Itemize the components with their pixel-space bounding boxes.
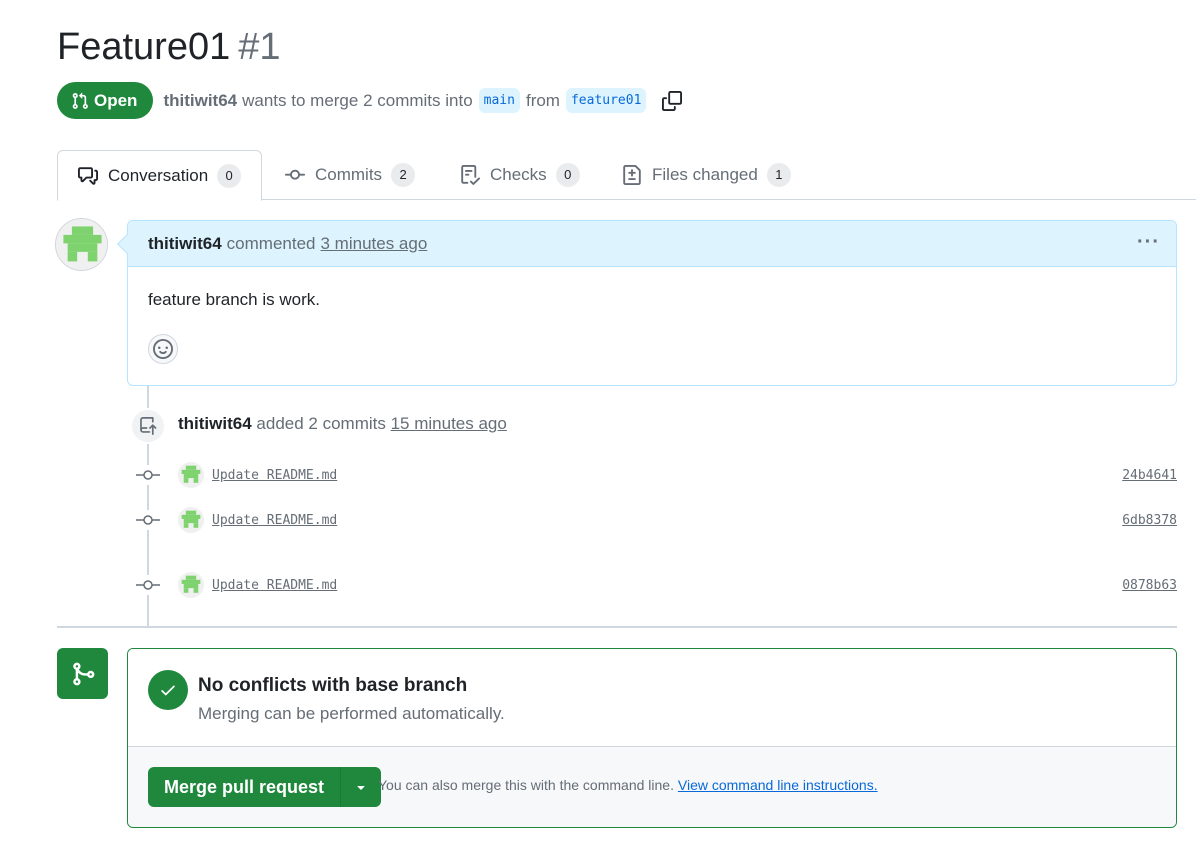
event-action: added 2 commits xyxy=(256,414,386,433)
comment-body: feature branch is work. xyxy=(148,290,320,309)
triangle-down-icon xyxy=(357,786,365,790)
command-line-instructions-link[interactable]: View command line instructions. xyxy=(678,777,878,793)
tab-files-changed[interactable]: Files changed 1 xyxy=(622,150,791,200)
timeline-divider xyxy=(57,626,1177,628)
comment-box: thitiwit64 commented 3 minutes ago ··· f… xyxy=(117,220,1177,386)
comment-header: thitiwit64 commented 3 minutes ago xyxy=(128,221,1176,267)
pr-author-link[interactable]: thitiwit64 xyxy=(163,91,237,111)
git-commit-icon xyxy=(136,510,160,530)
repo-push-icon xyxy=(130,408,166,444)
commit-author-avatar[interactable] xyxy=(178,507,204,533)
commit-row: Update README.md 6db8378 xyxy=(136,506,1177,534)
commit-message-link[interactable]: Update README.md xyxy=(212,578,337,593)
pr-title-text: Feature01 xyxy=(57,26,231,68)
merge-summary: thitiwit64 wants to merge 2 commits into… xyxy=(163,88,652,113)
merge-text-1: wants to merge 2 commits into xyxy=(242,90,473,110)
git-merge-icon xyxy=(57,648,108,699)
commit-sha-link[interactable]: 24b4641 xyxy=(1122,468,1177,483)
pr-tabs: Conversation 0 Commits 2 Checks 0 Files … xyxy=(57,150,1196,201)
pr-meta: Open thitiwit64 wants to merge 2 commits… xyxy=(57,82,683,119)
tab-commits[interactable]: Commits 2 xyxy=(285,150,416,200)
commit-row: Update README.md 24b4641 xyxy=(136,461,1177,489)
tab-conversation[interactable]: Conversation 0 xyxy=(57,150,263,201)
event-author-link[interactable]: thitiwit64 xyxy=(178,414,252,433)
comment-author-link[interactable]: thitiwit64 xyxy=(148,234,222,254)
event-timestamp[interactable]: 15 minutes ago xyxy=(391,414,507,433)
git-commit-icon xyxy=(136,575,160,595)
avatar[interactable] xyxy=(55,218,108,271)
merge-hint: You can also merge this with the command… xyxy=(378,777,878,793)
state-badge: Open xyxy=(57,82,154,119)
commit-sha-link[interactable]: 6db8378 xyxy=(1122,513,1177,528)
git-pull-request-icon xyxy=(72,92,88,109)
tab-conversation-label: Conversation xyxy=(108,165,209,185)
commit-sha-link[interactable]: 0878b63 xyxy=(1122,578,1177,593)
comment-action: commented xyxy=(226,233,316,253)
merge-button-group: Merge pull request xyxy=(148,767,382,807)
git-commit-icon xyxy=(136,465,160,485)
comment-timestamp[interactable]: 3 minutes ago xyxy=(321,234,428,254)
commit-author-avatar[interactable] xyxy=(178,462,204,488)
smiley-icon xyxy=(153,339,173,359)
tab-commits-count: 2 xyxy=(391,163,416,187)
merge-hint-text: You can also merge this with the command… xyxy=(378,777,674,793)
checklist-icon xyxy=(461,165,480,185)
merge-method-dropdown[interactable] xyxy=(341,767,382,807)
tab-checks-label: Checks xyxy=(490,165,547,184)
merge-status-subtitle: Merging can be performed automatically. xyxy=(198,704,505,723)
add-reaction-button[interactable] xyxy=(148,334,178,364)
tab-checks-count: 0 xyxy=(555,163,580,187)
git-commit-icon xyxy=(285,169,305,180)
comment-options-kebab-icon[interactable]: ··· xyxy=(1137,231,1160,254)
head-branch[interactable]: feature01 xyxy=(565,88,647,113)
merge-pull-request-button[interactable]: Merge pull request xyxy=(148,767,342,807)
file-diff-icon xyxy=(623,165,641,185)
commit-message-link[interactable]: Update README.md xyxy=(212,468,337,483)
tab-conversation-count: 0 xyxy=(217,163,242,188)
merge-status: No conflicts with base branch Merging ca… xyxy=(128,649,1176,747)
copy-icon xyxy=(662,90,683,111)
pr-number: #1 xyxy=(238,26,281,68)
identicon-avatar xyxy=(56,219,107,270)
commit-row: Update README.md 0878b63 xyxy=(136,571,1177,599)
commit-event: thitiwit64 added 2 commits 15 minutes ag… xyxy=(178,414,507,434)
merge-status-title: No conflicts with base branch xyxy=(198,675,468,696)
copy-branch-button[interactable] xyxy=(662,90,683,111)
tab-checks[interactable]: Checks 0 xyxy=(460,150,580,200)
tab-files-changed-label: Files changed xyxy=(652,165,758,184)
tab-commits-label: Commits xyxy=(315,165,383,184)
state-label: Open xyxy=(94,90,138,110)
check-circle-icon xyxy=(148,670,188,710)
comment-discussion-icon xyxy=(78,166,98,185)
merge-box: No conflicts with base branch Merging ca… xyxy=(127,648,1177,828)
merge-actions: Merge pull request You can also merge th… xyxy=(128,747,1176,827)
pr-title: Feature01 #1 xyxy=(57,26,281,69)
tab-files-changed-count: 1 xyxy=(766,163,791,187)
merge-text-2: from xyxy=(525,90,560,110)
base-branch[interactable]: main xyxy=(478,88,520,113)
commit-message-link[interactable]: Update README.md xyxy=(212,513,337,528)
commit-author-avatar[interactable] xyxy=(178,572,204,598)
